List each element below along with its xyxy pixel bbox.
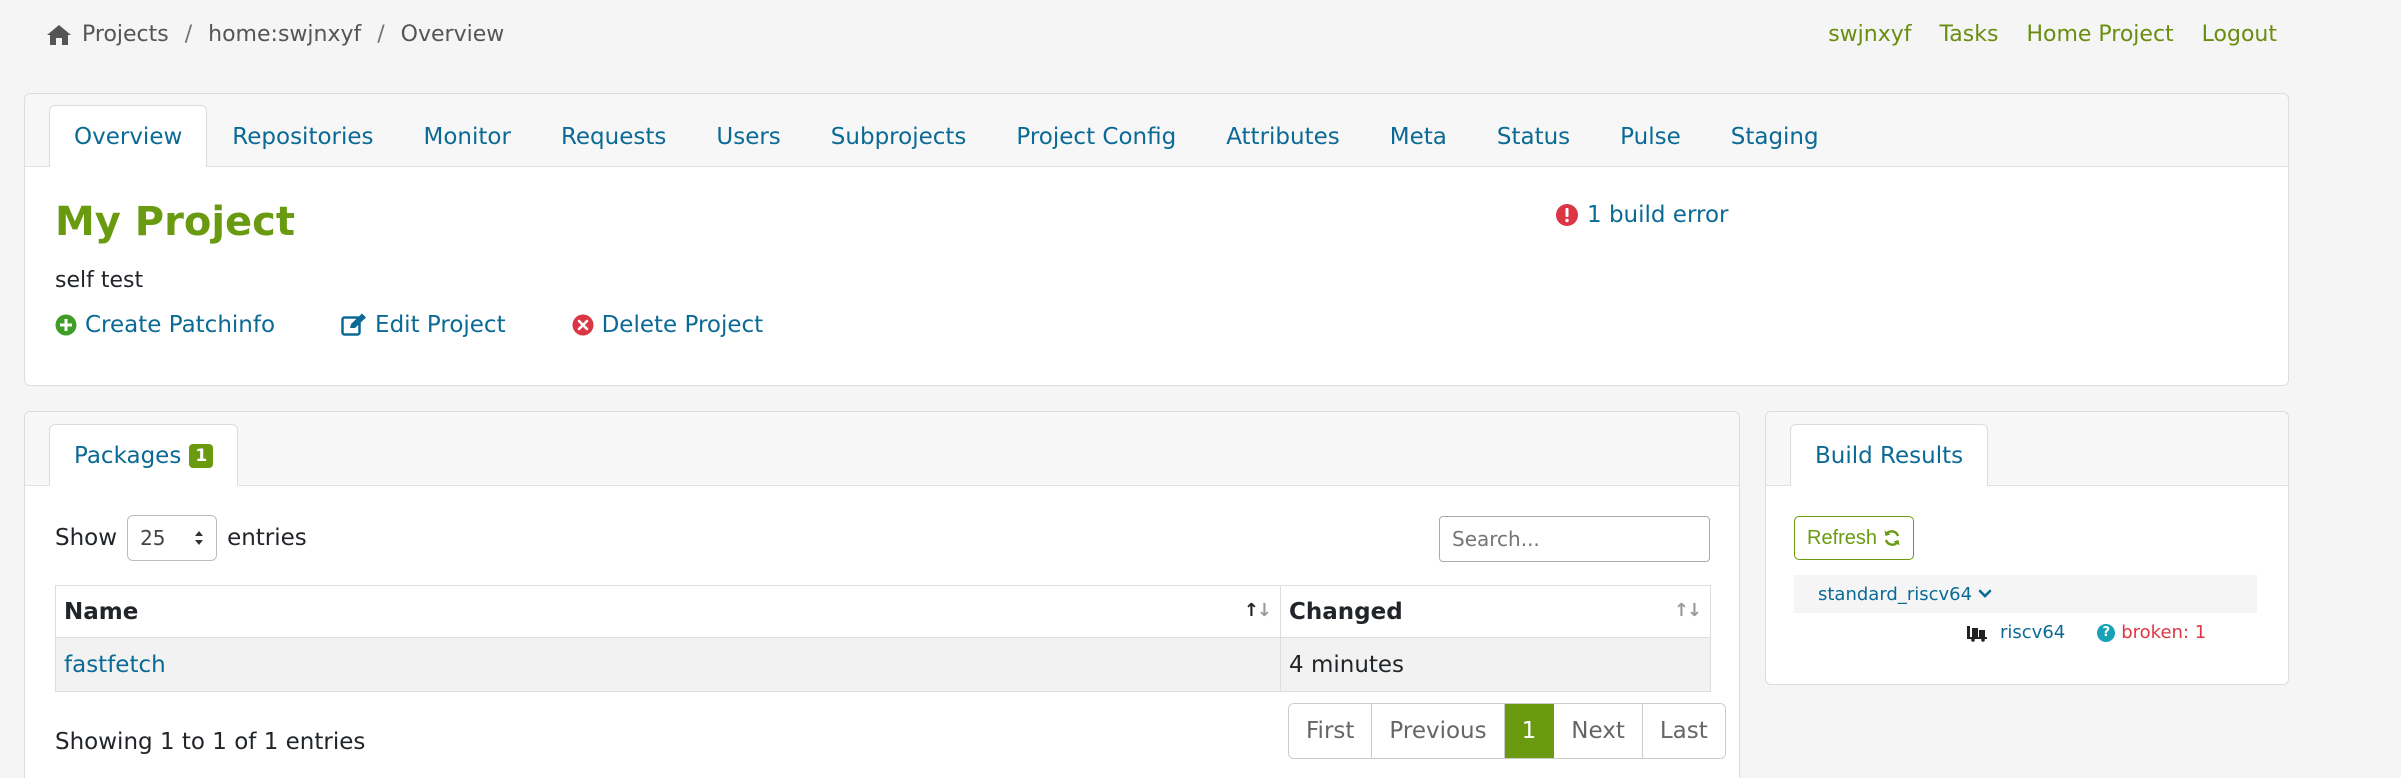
tab-attributes[interactable]: Attributes bbox=[1201, 105, 1365, 167]
repository-name: standard_riscv64 bbox=[1818, 583, 1973, 605]
pagination: First Previous 1 Next Last bbox=[1288, 703, 1726, 759]
repository-row[interactable]: standard_riscv64 bbox=[1794, 575, 2257, 613]
question-circle-icon: ? bbox=[2097, 623, 2116, 642]
user-link[interactable]: swjnxyf bbox=[1828, 22, 1911, 47]
packages-count-badge: 1 bbox=[189, 444, 214, 468]
table-cell-changed: 4 minutes bbox=[1280, 637, 1711, 692]
project-description: self test bbox=[55, 268, 144, 293]
column-changed-label: Changed bbox=[1289, 598, 1403, 625]
project-tabs: Overview Repositories Monitor Requests U… bbox=[49, 105, 1844, 167]
project-actions: Create Patchinfo Edit Project Delete Pro… bbox=[55, 312, 763, 338]
sort-icon: ↑↓ bbox=[1243, 600, 1272, 621]
table-info: Showing 1 to 1 of 1 entries bbox=[55, 729, 366, 755]
sort-icon: ↑↓ bbox=[1673, 600, 1702, 621]
page-size-control: Show 25 entries bbox=[55, 515, 307, 561]
tab-requests[interactable]: Requests bbox=[536, 105, 691, 167]
breadcrumb-project[interactable]: home:swjnxyf bbox=[208, 22, 361, 47]
refresh-icon bbox=[1884, 530, 1900, 546]
build-status-label: broken: 1 bbox=[2121, 622, 2207, 643]
tab-packages[interactable]: Packages 1 bbox=[49, 424, 239, 486]
plus-circle-icon bbox=[55, 314, 77, 336]
create-patchinfo-button[interactable]: Create Patchinfo bbox=[55, 312, 275, 338]
error-circle-icon bbox=[1556, 204, 1578, 226]
column-name-label: Name bbox=[64, 598, 139, 625]
build-results-tabs: Build Results bbox=[1790, 424, 1989, 486]
tab-overview[interactable]: Overview bbox=[49, 105, 208, 167]
column-header-changed[interactable]: Changed ↑↓ bbox=[1280, 585, 1711, 638]
page-previous-button[interactable]: Previous bbox=[1372, 704, 1505, 758]
tab-pulse[interactable]: Pulse bbox=[1595, 105, 1706, 167]
build-error-label: 1 build error bbox=[1587, 202, 1729, 228]
arch-row: riscv64 ? broken: 1 bbox=[1966, 622, 2206, 643]
page-first-button[interactable]: First bbox=[1289, 704, 1373, 758]
tab-subprojects[interactable]: Subprojects bbox=[806, 105, 992, 167]
tab-project-config[interactable]: Project Config bbox=[991, 105, 1201, 167]
page-size-select[interactable]: 25 bbox=[127, 515, 218, 561]
create-patchinfo-label: Create Patchinfo bbox=[85, 312, 276, 338]
entries-label: entries bbox=[227, 525, 307, 551]
truck-icon bbox=[1967, 625, 1987, 642]
edit-project-label: Edit Project bbox=[375, 312, 506, 338]
breadcrumb-projects[interactable]: Projects bbox=[82, 22, 169, 47]
delete-project-label: Delete Project bbox=[601, 312, 764, 338]
build-status-link[interactable]: ? broken: 1 bbox=[2097, 622, 2206, 643]
page-size-value: 25 bbox=[140, 526, 166, 550]
delete-project-button[interactable]: Delete Project bbox=[572, 312, 764, 338]
tab-monitor[interactable]: Monitor bbox=[399, 105, 536, 167]
tab-repositories[interactable]: Repositories bbox=[207, 105, 398, 167]
packages-tabs: Packages 1 bbox=[49, 424, 239, 486]
arch-link[interactable]: riscv64 bbox=[2000, 622, 2065, 643]
column-header-name[interactable]: Name ↑↓ bbox=[55, 585, 1281, 638]
tab-meta[interactable]: Meta bbox=[1365, 105, 1472, 167]
breadcrumb-current: Overview bbox=[400, 22, 505, 47]
packages-table: Name ↑↓ Changed ↑↓ fastfetch 4 minutes bbox=[55, 585, 1711, 692]
select-arrows-icon bbox=[195, 531, 204, 545]
packages-tabs-header: Packages 1 bbox=[25, 412, 1739, 486]
home-project-link[interactable]: Home Project bbox=[2026, 22, 2173, 47]
packages-tab-label: Packages bbox=[74, 443, 182, 469]
build-error-link[interactable]: 1 build error bbox=[1555, 202, 1729, 228]
project-tabs-header: Overview Repositories Monitor Requests U… bbox=[25, 94, 2288, 167]
chevron-down-icon bbox=[1978, 589, 1992, 598]
home-icon[interactable] bbox=[46, 23, 72, 47]
tab-status[interactable]: Status bbox=[1472, 105, 1595, 167]
page-next-button[interactable]: Next bbox=[1554, 704, 1643, 758]
table-cell-name: fastfetch bbox=[55, 637, 1281, 692]
delete-circle-icon bbox=[572, 314, 594, 336]
tasks-link[interactable]: Tasks bbox=[1939, 22, 1998, 47]
packages-panel: Packages 1 Show 25 entries Name ↑↓ Change… bbox=[24, 411, 1740, 778]
package-link[interactable]: fastfetch bbox=[64, 652, 166, 678]
page-last-button[interactable]: Last bbox=[1642, 704, 1725, 758]
table-header-row: Name ↑↓ Changed ↑↓ bbox=[55, 585, 1711, 638]
tab-build-results[interactable]: Build Results bbox=[1790, 424, 1989, 486]
breadcrumb: Projects / home:swjnxyf / Overview bbox=[46, 22, 504, 47]
breadcrumb-separator: / bbox=[184, 22, 193, 47]
tab-users[interactable]: Users bbox=[691, 105, 805, 167]
project-panel: Overview Repositories Monitor Requests U… bbox=[24, 93, 2289, 386]
page-current-button[interactable]: 1 bbox=[1504, 704, 1555, 758]
build-results-panel: Build Results Refresh standard_riscv64 r… bbox=[1765, 411, 2289, 685]
logout-link[interactable]: Logout bbox=[2202, 22, 2277, 47]
show-label: Show bbox=[55, 525, 118, 551]
refresh-button[interactable]: Refresh bbox=[1794, 516, 1915, 560]
tab-staging[interactable]: Staging bbox=[1706, 105, 1844, 167]
refresh-label: Refresh bbox=[1807, 526, 1878, 549]
breadcrumb-separator: / bbox=[377, 22, 385, 47]
page-title: My Project bbox=[55, 199, 295, 245]
user-nav: swjnxyf Tasks Home Project Logout bbox=[1828, 22, 2277, 47]
package-search-input[interactable] bbox=[1439, 516, 1710, 562]
top-bar: Projects / home:swjnxyf / Overview swjnx… bbox=[0, 0, 2401, 72]
edit-project-button[interactable]: Edit Project bbox=[341, 312, 506, 338]
table-row: fastfetch 4 minutes bbox=[55, 637, 1711, 692]
build-results-tabs-header: Build Results bbox=[1766, 412, 2288, 486]
edit-icon bbox=[341, 313, 367, 336]
